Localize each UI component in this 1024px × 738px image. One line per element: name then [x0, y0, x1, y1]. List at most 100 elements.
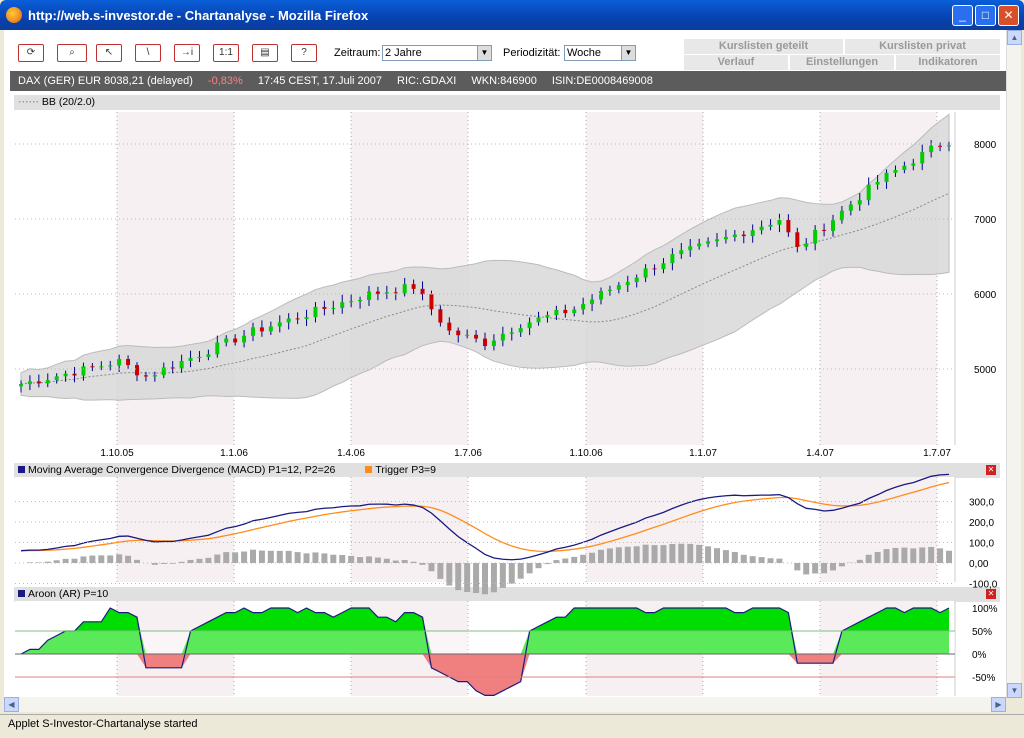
macd-histogram-bar — [722, 550, 729, 563]
macd-histogram-bar — [928, 546, 935, 563]
candle-body — [483, 338, 487, 347]
candle-body — [233, 338, 238, 343]
candle-body — [590, 299, 595, 305]
minimize-button[interactable]: _ — [952, 5, 973, 26]
macd-histogram-bar — [633, 546, 640, 563]
macd-histogram-bar — [794, 563, 801, 571]
maximize-button[interactable]: □ — [975, 5, 996, 26]
candle-body — [625, 282, 630, 286]
shaded-quarter — [820, 477, 937, 582]
macd-histogram-bar — [562, 558, 569, 563]
macd-histogram-bar — [205, 557, 212, 563]
x-tick-label: 1.7.07 — [923, 448, 951, 459]
scroll-up-icon[interactable]: ▲ — [1007, 30, 1022, 45]
macd-histogram-bar — [312, 552, 319, 563]
candle-body — [375, 291, 380, 294]
macd-histogram-bar — [116, 554, 123, 563]
macd-histogram-bar — [651, 545, 658, 563]
chart-canvas[interactable]: 8000 7000 6000 5000 1.10.05 1.1.06 1.4.06 1.7.0… — [4, 30, 1006, 697]
macd-histogram-bar — [821, 563, 828, 574]
candle-body — [152, 375, 157, 377]
scroll-right-icon[interactable]: ▶ — [991, 697, 1006, 712]
candle-body — [634, 277, 639, 283]
horizontal-scrollbar[interactable]: ◀ ▶ — [4, 697, 1006, 712]
macd-histogram-bar — [874, 551, 881, 563]
y-tick-label: 5000 — [974, 365, 997, 376]
candle-body — [81, 366, 86, 376]
candle-body — [72, 373, 77, 376]
candle-body — [599, 290, 603, 300]
scroll-left-icon[interactable]: ◀ — [4, 697, 19, 712]
candle-body — [251, 327, 255, 336]
candle-body — [679, 250, 684, 255]
macd-histogram-bar — [446, 563, 453, 586]
macd-histogram-bar — [241, 551, 248, 563]
candle-body — [688, 246, 693, 251]
candle-body — [527, 322, 532, 329]
x-tick-label: 1.1.06 — [220, 448, 248, 459]
candle-body — [188, 357, 193, 361]
candle-body — [429, 294, 434, 310]
candle-body — [340, 302, 345, 308]
macd-histogram-bar — [517, 563, 524, 579]
macd-histogram-bar — [267, 550, 274, 563]
candle-body — [143, 375, 148, 377]
macd-histogram-bar — [490, 563, 497, 593]
candle-body — [857, 200, 862, 205]
macd-histogram-bar — [294, 552, 301, 563]
macd-histogram-bar — [838, 563, 845, 567]
candle-body — [795, 232, 800, 247]
macd-histogram-bar — [660, 545, 667, 563]
candle-body — [741, 234, 746, 237]
candle-body — [581, 304, 586, 310]
macd-histogram-bar — [473, 563, 480, 594]
candle-body — [866, 184, 871, 201]
macd-histogram-bar — [553, 560, 560, 563]
x-tick-label: 1.4.06 — [337, 448, 365, 459]
close-button[interactable]: ✕ — [998, 5, 1019, 26]
vertical-scrollbar[interactable]: ▲ ▼ — [1006, 30, 1022, 698]
candle-body — [36, 381, 41, 384]
candle-body — [27, 381, 32, 385]
macd-histogram-bar — [455, 563, 462, 591]
candle-body — [277, 322, 282, 327]
y-tick-label: 100,0 — [969, 539, 994, 550]
y-tick-label: -100,0 — [969, 580, 998, 591]
candle-body — [697, 243, 702, 247]
candle-body — [759, 226, 764, 231]
macd-histogram-bar — [151, 563, 158, 565]
macd-histogram-bar — [767, 558, 774, 563]
status-text: Applet S-Investor-Chartanalyse started — [8, 718, 198, 730]
candle-body — [491, 340, 496, 347]
candle-body — [206, 354, 211, 357]
macd-histogram-bar — [937, 548, 944, 563]
candle-body — [117, 358, 122, 366]
macd-histogram-bar — [285, 550, 292, 563]
scroll-down-icon[interactable]: ▼ — [1007, 683, 1022, 698]
candle-body — [831, 220, 835, 231]
macd-histogram-bar — [830, 563, 836, 571]
candle-body — [367, 291, 371, 301]
candle-body — [518, 328, 523, 333]
x-tick-label: 1.1.07 — [689, 448, 717, 459]
macd-histogram-bar — [589, 552, 596, 563]
macd-histogram-bar — [321, 553, 328, 563]
candle-body — [938, 145, 943, 147]
macd-histogram-bar — [98, 555, 105, 563]
y-tick-label: -50% — [972, 673, 995, 684]
shaded-quarter — [117, 477, 234, 582]
macd-histogram-bar — [508, 563, 515, 584]
candle-body — [652, 268, 657, 270]
candle-body — [259, 327, 264, 332]
macd-histogram-bar — [232, 552, 239, 563]
candle-body — [99, 366, 104, 368]
macd-histogram-bar — [883, 549, 890, 563]
macd-histogram-bar — [437, 563, 444, 579]
candle-body — [322, 306, 327, 309]
macd-histogram-bar — [946, 550, 952, 563]
status-bar: Applet S-Investor-Chartanalyse started — [0, 714, 1024, 738]
macd-histogram-bar — [624, 546, 631, 563]
macd-histogram-bar — [187, 559, 194, 563]
candle-body — [661, 263, 666, 270]
macd-histogram-bar — [428, 563, 435, 572]
